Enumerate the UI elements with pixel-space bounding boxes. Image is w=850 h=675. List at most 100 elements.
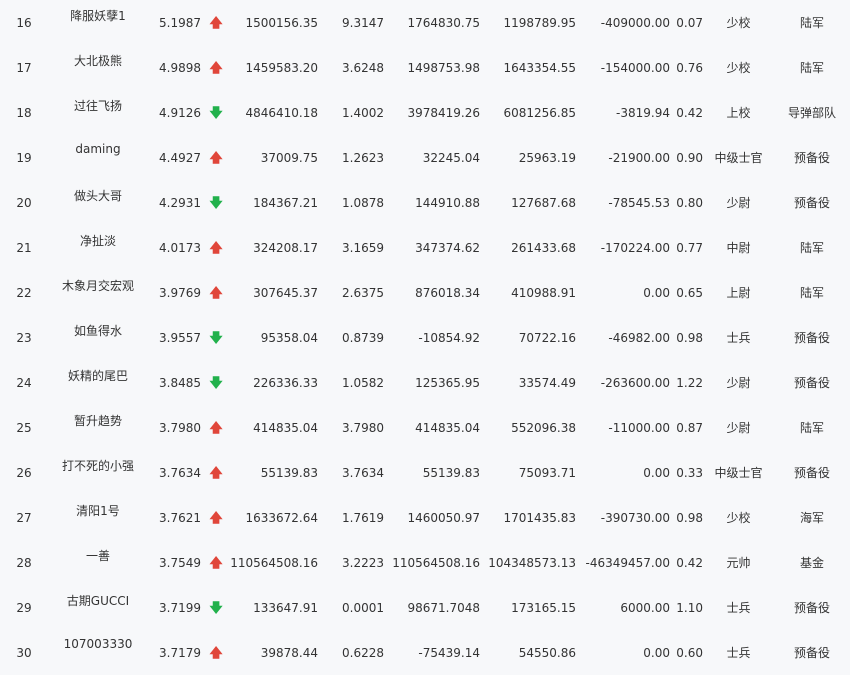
trend-cell: 🡅 (205, 450, 227, 495)
rank-cell: 24 (16, 375, 32, 390)
trend-cell: 🡅 (205, 0, 227, 45)
value6-cell: 0.07 (676, 15, 703, 30)
table-row[interactable]: 17 大北极熊 4.9898 🡅 1459583.20 3.6248 14987… (0, 45, 850, 90)
name-cell[interactable]: 古期GUCCI (46, 585, 150, 630)
rank-cell: 23 (16, 330, 32, 345)
value2-cell: 1.0878 (342, 195, 384, 210)
table-row[interactable]: 28 一善 3.7549 🡅 110564508.16 3.2223 11056… (0, 540, 850, 585)
value1-cell: 4846410.18 (245, 105, 318, 120)
name-cell[interactable]: 大北极熊 (46, 45, 150, 90)
table-row[interactable]: 27 清阳1号 3.7621 🡅 1633672.64 1.7619 14600… (0, 495, 850, 540)
table-row[interactable]: 21 净扯淡 4.0173 🡅 324208.17 3.1659 347374.… (0, 225, 850, 270)
branch-cell: 基金 (799, 556, 824, 570)
military-rank-cell: 少校 (726, 16, 751, 30)
score-cell: 3.9557 (159, 330, 201, 345)
arrow-up-icon: 🡅 (209, 510, 223, 526)
value4-cell: 1198789.95 (503, 15, 576, 30)
value1-cell: 1500156.35 (245, 15, 318, 30)
rank-cell: 25 (16, 420, 32, 435)
table-row[interactable]: 20 做头大哥 4.2931 🡇 184367.21 1.0878 144910… (0, 180, 850, 225)
military-rank-cell: 上校 (726, 106, 751, 120)
value1-cell: 226336.33 (253, 375, 318, 390)
value4-cell: 104348573.13 (488, 555, 576, 570)
name-cell[interactable]: 一善 (46, 540, 150, 585)
name-cell[interactable]: 降服妖孽1 (46, 0, 150, 45)
name-cell[interactable]: 107003330 (46, 630, 150, 675)
score-cell: 3.7199 (159, 600, 201, 615)
value5-cell: 0.00 (643, 465, 670, 480)
branch-cell: 预备役 (793, 331, 830, 345)
name-cell[interactable]: daming (46, 135, 150, 180)
name-cell[interactable]: 如鱼得水 (46, 315, 150, 360)
table-row[interactable]: 23 如鱼得水 3.9557 🡇 95358.04 0.8739 -10854.… (0, 315, 850, 360)
table-row[interactable]: 19 daming 4.4927 🡅 37009.75 1.2623 32245… (0, 135, 850, 180)
branch-cell: 陆军 (799, 286, 824, 300)
table-row[interactable]: 16 降服妖孽1 5.1987 🡅 1500156.35 9.3147 1764… (0, 0, 850, 45)
value1-cell: 55139.83 (260, 465, 318, 480)
rank-cell: 29 (16, 600, 32, 615)
value5-cell: -11000.00 (608, 420, 670, 435)
name-cell[interactable]: 过往飞扬 (46, 90, 150, 135)
value2-cell: 0.0001 (342, 600, 384, 615)
arrow-up-icon: 🡅 (209, 15, 223, 31)
value3-cell: 876018.34 (415, 285, 480, 300)
table-row[interactable]: 26 打不死的小强 3.7634 🡅 55139.83 3.7634 55139… (0, 450, 850, 495)
military-rank-cell: 少校 (726, 511, 751, 525)
table-row[interactable]: 25 暂升趋势 3.7980 🡅 414835.04 3.7980 414835… (0, 405, 850, 450)
value5-cell: -21900.00 (608, 150, 670, 165)
value2-cell: 2.6375 (342, 285, 384, 300)
value3-cell: 1460050.97 (407, 510, 480, 525)
value6-cell: 1.22 (676, 375, 703, 390)
value4-cell: 552096.38 (511, 420, 576, 435)
branch-cell: 预备役 (793, 196, 830, 210)
value6-cell: 0.90 (676, 150, 703, 165)
military-rank-cell: 中级士官 (714, 466, 763, 480)
value6-cell: 0.60 (676, 645, 703, 660)
arrow-down-icon: 🡇 (209, 195, 223, 211)
value2-cell: 0.6228 (342, 645, 384, 660)
name-cell[interactable]: 净扯淡 (46, 225, 150, 270)
table-row[interactable]: 29 古期GUCCI 3.7199 🡇 133647.91 0.0001 986… (0, 585, 850, 630)
value3-cell: 55139.83 (422, 465, 480, 480)
value1-cell: 307645.37 (253, 285, 318, 300)
table-row[interactable]: 22 木象月交宏观 3.9769 🡅 307645.37 2.6375 8760… (0, 270, 850, 315)
name-cell[interactable]: 打不死的小强 (46, 450, 150, 495)
arrow-down-icon: 🡇 (209, 105, 223, 121)
value1-cell: 133647.91 (253, 600, 318, 615)
value6-cell: 0.98 (676, 510, 703, 525)
value1-cell: 324208.17 (253, 240, 318, 255)
name-cell[interactable]: 木象月交宏观 (46, 270, 150, 315)
trend-cell: 🡅 (205, 405, 227, 450)
name-cell[interactable]: 妖精的尾巴 (46, 360, 150, 405)
military-rank-cell: 士兵 (726, 331, 751, 345)
value5-cell: 0.00 (643, 645, 670, 660)
name-cell[interactable]: 暂升趋势 (46, 405, 150, 450)
value5-cell: -263600.00 (600, 375, 670, 390)
trend-cell: 🡅 (205, 630, 227, 675)
value3-cell: 32245.04 (422, 150, 480, 165)
arrow-up-icon: 🡅 (209, 240, 223, 256)
value2-cell: 9.3147 (342, 15, 384, 30)
value4-cell: 1701435.83 (503, 510, 576, 525)
military-rank-cell: 少尉 (726, 421, 751, 435)
value6-cell: 0.76 (676, 60, 703, 75)
table-row[interactable]: 30 107003330 3.7179 🡅 39878.44 0.6228 -7… (0, 630, 850, 675)
value4-cell: 25963.19 (518, 150, 576, 165)
military-rank-cell: 少尉 (726, 376, 751, 390)
name-cell[interactable]: 清阳1号 (46, 495, 150, 540)
ranking-table: 16 降服妖孽1 5.1987 🡅 1500156.35 9.3147 1764… (0, 0, 850, 675)
table-row[interactable]: 24 妖精的尾巴 3.8485 🡇 226336.33 1.0582 12536… (0, 360, 850, 405)
table-row[interactable]: 18 过往飞扬 4.9126 🡇 4846410.18 1.4002 39784… (0, 90, 850, 135)
branch-cell: 预备役 (793, 151, 830, 165)
score-cell: 3.7634 (159, 465, 201, 480)
value3-cell: 144910.88 (415, 195, 480, 210)
value4-cell: 127687.68 (511, 195, 576, 210)
name-cell[interactable]: 做头大哥 (46, 180, 150, 225)
score-cell: 4.9126 (159, 105, 201, 120)
value1-cell: 37009.75 (260, 150, 318, 165)
rank-cell: 17 (16, 60, 32, 75)
branch-cell: 陆军 (799, 61, 824, 75)
rank-cell: 26 (16, 465, 32, 480)
value5-cell: 0.00 (643, 285, 670, 300)
military-rank-cell: 中级士官 (714, 151, 763, 165)
